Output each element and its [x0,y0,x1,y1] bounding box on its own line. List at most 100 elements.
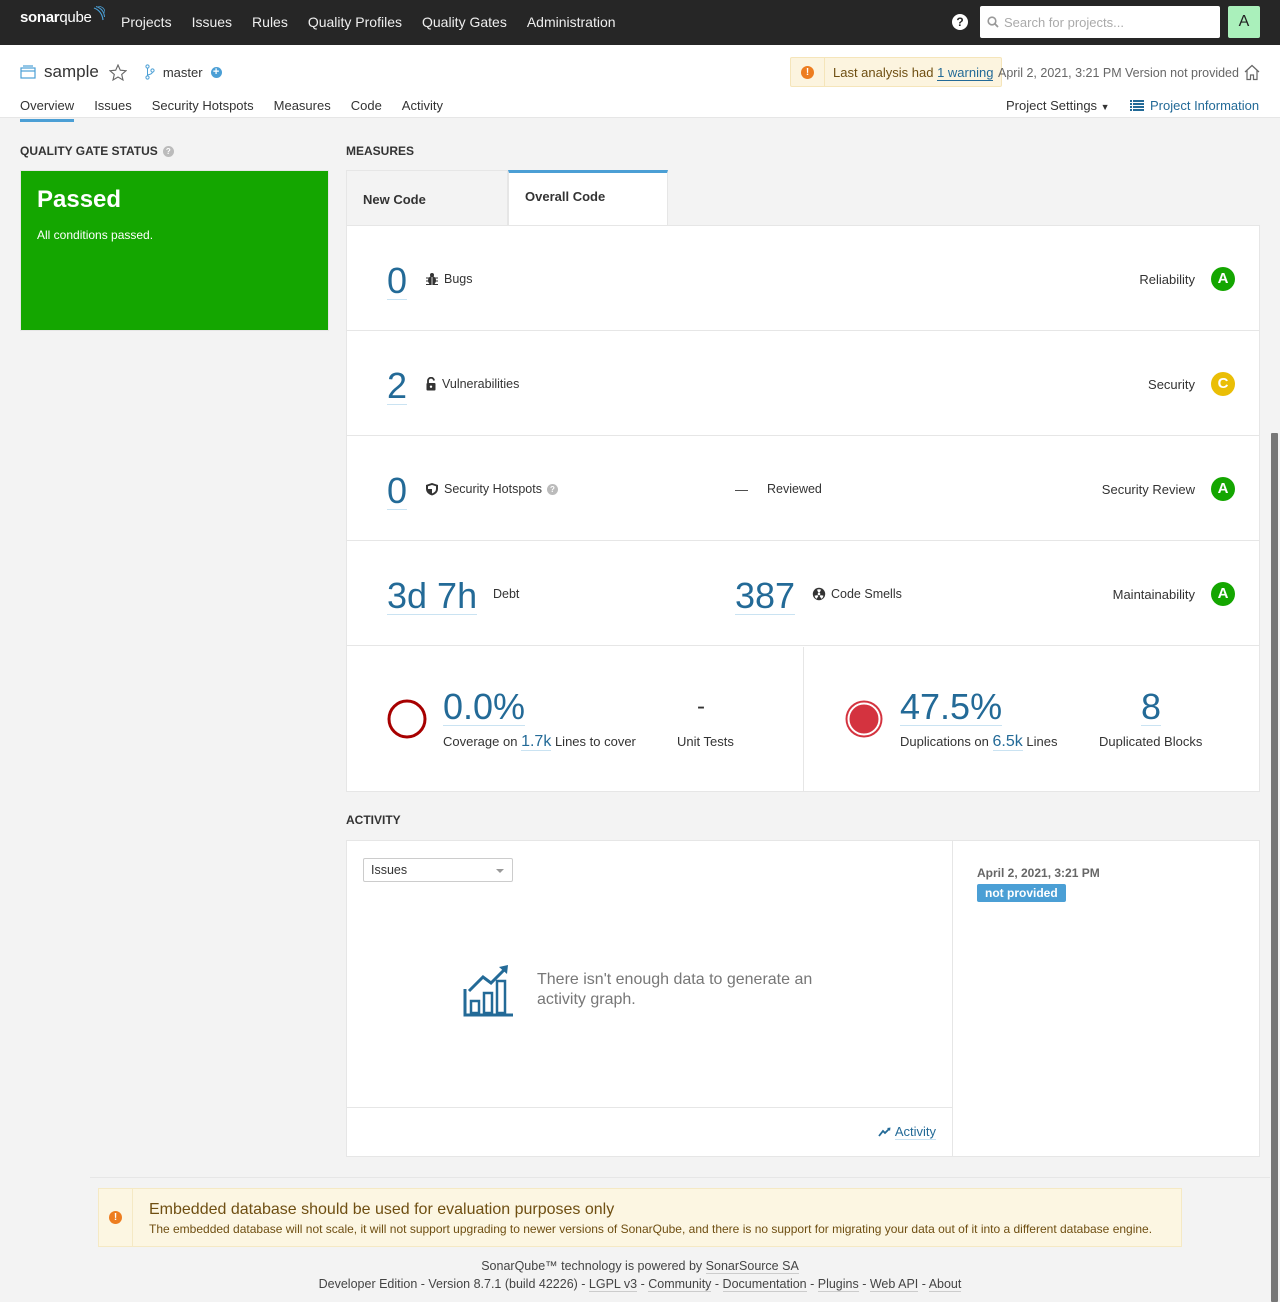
add-branch-icon[interactable]: + [210,66,222,78]
duplications-bubble-icon [845,700,883,738]
measures-title: Measures [346,144,415,158]
edition-text: Developer Edition - Version 8.7.1 (build… [318,1277,578,1291]
hotspots-label: Security Hotspots ? [425,482,558,496]
star-icon[interactable] [108,63,127,81]
help-icon[interactable]: ? [546,483,558,495]
bugs-count[interactable]: 0 [387,263,408,300]
duplications-section: 47.5% Duplications on 6.5k Lines 8 Dupli… [804,647,1259,791]
quality-gate-status: Passed All conditions passed. [20,170,329,331]
footer-link-license[interactable]: LGPL v3 [588,1277,638,1292]
footer-link-web-api[interactable]: Web API [869,1277,919,1292]
caret-down-icon: ▼ [1100,102,1110,112]
tab-new-code[interactable]: New Code [346,170,508,226]
bugs-label: Bugs [425,272,473,286]
help-icon[interactable]: ? [162,145,174,157]
activity-title: Activity [346,813,401,827]
logo-waves-icon [93,6,105,21]
debt-value[interactable]: 3d 7h [387,578,478,615]
duplicated-blocks-value[interactable]: 8 [1141,689,1162,726]
project-version: Version not provided [1125,66,1239,80]
project-name[interactable]: sample [44,62,99,82]
vulnerabilities-count[interactable]: 2 [387,368,408,405]
page-scrollbar[interactable] [1271,433,1278,1302]
maintainability-label: Maintainability [1112,587,1195,602]
quality-gate-message: All conditions passed. [37,228,154,242]
unit-tests-value: - [697,693,705,720]
security-hotspots-row: 0 Security Hotspots ? — Reviewed Securit… [347,436,1259,541]
user-avatar[interactable]: A [1228,6,1260,38]
debt-label: Debt [493,587,520,601]
project-icon [20,65,36,79]
warning-icon: ! [109,1211,122,1224]
graph-type-select[interactable]: Issues [363,858,513,882]
footer-link-about[interactable]: About [928,1277,962,1292]
warning-icon: ! [801,65,814,79]
nav-projects[interactable]: Projects [111,0,182,45]
nav-quality-profiles[interactable]: Quality Profiles [298,0,412,45]
bugs-row: 0 Bugs Reliability A [347,226,1259,331]
tab-security-hotspots[interactable]: Security Hotspots [152,98,254,122]
logo-text-bold: sonar [20,9,60,26]
project-settings-dropdown[interactable]: Project Settings ▼ [1006,98,1110,113]
nav-quality-gates[interactable]: Quality Gates [412,0,517,45]
db-warning-title: Embedded database should be used for eva… [149,1201,615,1218]
maintainability-rating[interactable]: A [1211,582,1235,606]
nav-issues[interactable]: Issues [182,0,242,45]
nav-administration[interactable]: Administration [517,0,626,45]
list-icon [1130,100,1144,111]
duplicated-blocks-label: Duplicated Blocks [1099,734,1203,749]
reliability-label: Reliability [1139,272,1195,287]
sonarqube-logo[interactable]: sonar qube [20,6,105,26]
tab-code[interactable]: Code [351,98,382,122]
empty-graph-message: There isn't enough data to generate an a… [463,963,837,1017]
activity-events: April 2, 2021, 3:21 PM not provided [977,866,1100,902]
activity-footer: Activity [347,1107,952,1156]
code-smell-icon [812,587,826,601]
security-review-rating[interactable]: A [1211,477,1235,501]
chart-growth-icon [463,965,513,1017]
coverage-value[interactable]: 0.0% [443,689,526,726]
activity-link[interactable]: Activity [878,1124,936,1140]
footer-link-community[interactable]: Community [648,1277,712,1292]
home-icon[interactable] [1243,64,1261,81]
event-date: April 2, 2021, 3:21 PM [977,866,1100,880]
security-review-label: Security Review [1101,482,1195,497]
warning-text: Last analysis had [833,64,934,80]
tab-overview[interactable]: Overview [20,98,75,122]
tab-activity[interactable]: Activity [402,98,443,122]
tab-issues[interactable]: Issues [94,98,132,122]
tab-measures[interactable]: Measures [274,98,331,122]
activity-graph-area: Issues There isn't enough data to genera… [347,841,953,1156]
project-header: sample master + ! Last analysis had 1 wa… [0,45,1280,122]
page-footer: SonarQube™ technology is powered by Sona… [318,1259,962,1292]
quality-gate-title: Quality Gate Status? [20,144,174,158]
warning-link[interactable]: 1 warning [937,64,994,81]
branch-icon [145,64,155,80]
activity-panel: Issues There isn't enough data to genera… [346,840,1260,1157]
footer-link-plugins[interactable]: Plugins [817,1277,859,1292]
project-information-label: Project Information [1150,98,1260,113]
reliability-rating[interactable]: A [1211,267,1235,291]
project-information-link[interactable]: Project Information [1130,98,1259,113]
duplicated-lines-link[interactable]: 6.5k [992,733,1023,751]
branch-name[interactable]: master [163,65,203,80]
footer-link-documentation[interactable]: Documentation [722,1277,807,1292]
duplications-value[interactable]: 47.5% [900,689,1003,726]
coverage-label: Coverage on 1.7k Lines to cover [443,733,636,751]
project-title: sample master + [20,62,222,82]
nav-rules[interactable]: Rules [242,0,298,45]
lines-to-cover-link[interactable]: 1.7k [521,733,552,751]
powered-by-text: SonarQube™ technology is powered by [481,1259,703,1273]
coverage-section: 0.0% Coverage on 1.7k Lines to cover - U… [347,647,804,791]
quality-gate-status-text: Passed [37,186,122,213]
embedded-db-warning: ! Embedded database should be used for e… [98,1188,1182,1247]
lock-icon [426,377,436,391]
security-rating[interactable]: C [1211,372,1235,396]
hotspots-count[interactable]: 0 [387,473,408,510]
code-smells-label: Code Smells [812,587,902,601]
search-input[interactable] [1004,14,1204,30]
tab-overall-code[interactable]: Overall Code [508,170,668,226]
sonarsource-link[interactable]: SonarSource SA [705,1259,799,1274]
code-smells-count[interactable]: 387 [735,578,796,615]
help-icon[interactable]: ? [952,14,968,30]
